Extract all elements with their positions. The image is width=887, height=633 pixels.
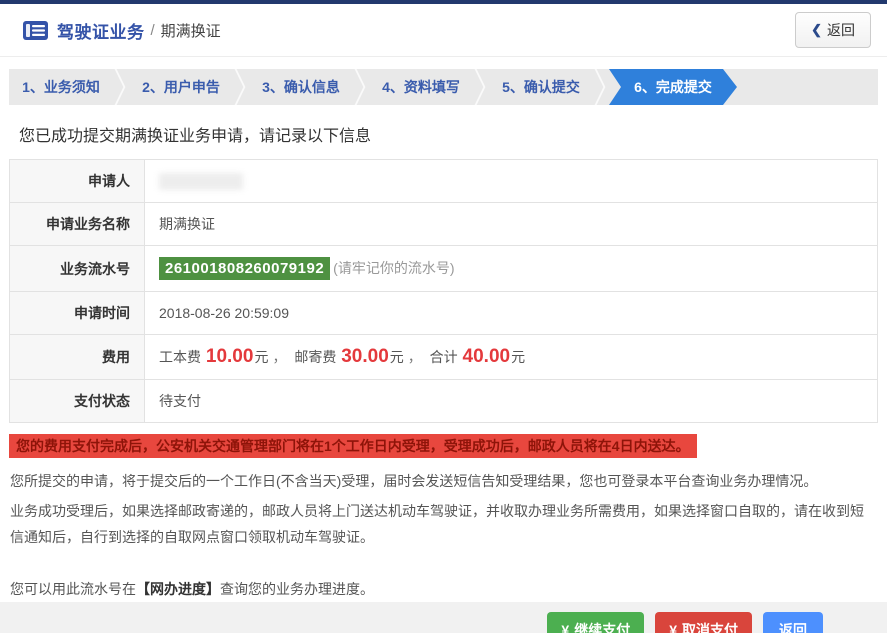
header-back-button[interactable]: ❮ 返回: [795, 12, 871, 48]
header: 驾驶证业务 / 期满换证 ❮ 返回: [0, 4, 887, 57]
progress-hint-suffix: 查询您的业务办理进度。: [220, 581, 374, 597]
footer-action-bar: ¥ 继续支付 ¥ 取消支付 返回: [0, 602, 887, 633]
tab-separator: [233, 69, 249, 105]
serial-note: (请牢记你的流水号): [333, 260, 455, 276]
yuan-icon: ¥: [561, 622, 570, 633]
fee-item3-label: 合计: [429, 349, 458, 365]
row-label: 申请人: [9, 159, 145, 203]
breadcrumb-separator: /: [150, 21, 155, 39]
fee-item2-amount: 30.00: [341, 346, 389, 367]
table-row-business-name: 申请业务名称 期满换证: [9, 202, 878, 246]
table-row-serial: 业务流水号 261001808260079192 (请牢记你的流水号): [9, 245, 878, 292]
fee-unit: 元: [511, 349, 526, 365]
row-label: 支付状态: [9, 379, 145, 423]
notice-paragraph-2: 业务成功受理后，如果选择邮政寄递的，邮政人员将上门送达机动车驾驶证，并收取办理业…: [10, 503, 864, 545]
tab-step-6-active[interactable]: 6、完成提交: [609, 69, 737, 105]
tab-separator: [473, 69, 489, 105]
progress-hint-prefix: 您可以用此流水号在: [10, 581, 136, 597]
progress-link-label: 【网办进度】: [136, 581, 220, 597]
fee-item1-amount: 10.00: [205, 346, 254, 367]
fee-value: 工本费 10.00元， 邮寄费 30.00元， 合计 40.00元: [144, 334, 878, 380]
tab-step-5[interactable]: 5、确认提交: [489, 69, 593, 105]
table-row-pay-status: 支付状态 待支付: [9, 379, 878, 423]
footer-back-label: 返回: [779, 622, 807, 633]
fee-separator: ，: [407, 349, 422, 365]
table-row-fee: 费用 工本费 10.00元， 邮寄费 30.00元， 合计 40.00元: [9, 334, 878, 380]
row-label: 申请时间: [9, 291, 145, 335]
application-info-table: 申请人 申请业务名称 期满换证 业务流水号 261001808260079192…: [9, 159, 878, 423]
row-label: 业务流水号: [9, 245, 145, 292]
step-tabs: 1、业务须知 2、用户申告 3、确认信息 4、资料填写 5、确认提交 6、完成提…: [9, 69, 878, 105]
tab-step-4[interactable]: 4、资料填写: [369, 69, 473, 105]
success-message: 您已成功提交期满换证业务申请，请记录以下信息: [19, 128, 372, 145]
row-label: 申请业务名称: [9, 202, 145, 246]
warning-banner: 您的费用支付完成后，公安机关交通管理部门将在1个工作日内受理，受理成功后，邮政人…: [9, 434, 697, 458]
fee-separator: ，: [272, 349, 287, 365]
chevron-left-icon: ❮: [811, 22, 822, 37]
row-value: 期满换证: [144, 202, 878, 246]
fee-item1-label: 工本费: [159, 349, 201, 365]
tab-separator: [113, 69, 129, 105]
cancel-payment-label: 取消支付: [682, 622, 738, 633]
fee-unit: 元: [254, 349, 269, 365]
tab-step-2[interactable]: 2、用户申告: [129, 69, 233, 105]
table-row-apply-time: 申请时间 2018-08-26 20:59:09: [9, 291, 878, 335]
serial-number-badge: 261001808260079192: [159, 257, 331, 280]
table-row-applicant: 申请人: [9, 159, 878, 203]
cancel-payment-button[interactable]: ¥ 取消支付: [655, 612, 752, 633]
page: 驾驶证业务 / 期满换证 ❮ 返回 1、业务须知 2、用户申告 3、确认信息 4…: [0, 0, 887, 633]
breadcrumb-current: 期满换证: [160, 22, 221, 40]
breadcrumb-section[interactable]: 驾驶证业务: [57, 18, 145, 43]
redacted-applicant-name: [159, 172, 243, 190]
row-label: 费用: [9, 334, 145, 380]
row-value: 2018-08-26 20:59:09: [144, 291, 878, 335]
notice-paragraph-1: 您所提交的申请，将于提交后的一个工作日(不含当天)受理，届时会发送短信告知受理结…: [10, 473, 818, 489]
fee-unit: 元: [389, 349, 404, 365]
continue-payment-button[interactable]: ¥ 继续支付: [547, 612, 645, 633]
yuan-icon: ¥: [669, 622, 677, 633]
progress-hint: 您可以用此流水号在【网办进度】查询您的业务办理进度。: [10, 576, 877, 602]
tab-separator: [593, 69, 609, 105]
continue-payment-label: 继续支付: [574, 622, 631, 633]
fee-item2-label: 邮寄费: [294, 349, 337, 365]
fee-item3-amount: 40.00: [462, 346, 511, 367]
document-list-icon: [23, 20, 48, 40]
tab-step-3[interactable]: 3、确认信息: [249, 69, 353, 105]
tab-step-1[interactable]: 1、业务须知: [9, 69, 113, 105]
tab-separator: [353, 69, 369, 105]
header-back-label: 返回: [827, 22, 855, 38]
pay-status-value: 待支付: [144, 379, 878, 423]
footer-back-button[interactable]: 返回: [763, 612, 823, 633]
